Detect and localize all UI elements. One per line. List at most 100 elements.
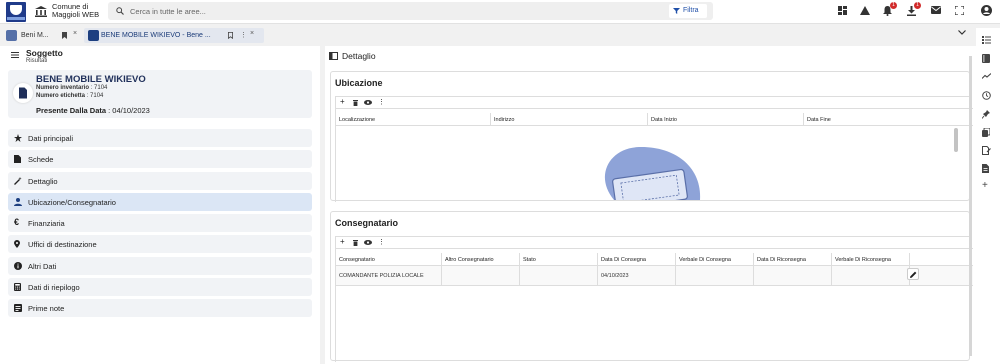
nav-altri-dati[interactable]: Altri Dati (8, 256, 312, 275)
col-data-consegna[interactable]: Data Di Consegna (598, 253, 676, 266)
copy-icon[interactable] (982, 128, 990, 137)
nav-dati-riepilogo[interactable]: Dati di riepilogo (8, 278, 312, 297)
label-number-value: : 7104 (86, 93, 104, 99)
document-icon (13, 83, 33, 103)
pin-icon[interactable] (982, 110, 990, 119)
nav-dati-principali[interactable]: Dati principali (8, 129, 312, 147)
section-nav: Dati principali Schede Dettaglio Ubicazi… (8, 129, 312, 321)
more-vert-icon[interactable]: ⋮ (240, 31, 247, 39)
chevron-down-icon[interactable] (958, 30, 966, 35)
asset-summary-card: BENE MOBILE WIKIEVO Numero inventario : … (8, 70, 312, 118)
close-icon[interactable]: × (73, 30, 77, 37)
ubicazione-toolbar: + ⋮ (336, 97, 973, 109)
detail-title: Dettaglio (342, 51, 376, 61)
account-icon[interactable] (981, 5, 992, 16)
tab-label: BENE MOBILE WIKIEVO - Bene ... (101, 32, 211, 39)
magic-wand-icon (14, 176, 22, 185)
book-icon[interactable] (982, 54, 990, 63)
bank-icon[interactable] (35, 6, 47, 17)
person-icon (14, 197, 22, 206)
panel-title: Soggetto (26, 48, 63, 58)
consegnatario-title: Consegnatario (335, 218, 399, 228)
nav-label: Dati principali (28, 134, 74, 143)
col-consegnatario[interactable]: Consegnatario (336, 253, 442, 266)
nav-label: Finanziaria (28, 219, 65, 229)
inventory-number: Numero inventario : 7104 (36, 85, 107, 91)
more-vert-icon[interactable]: ⋮ (378, 238, 385, 246)
label-number: Numero etichetta : 7104 (36, 93, 103, 99)
eye-icon[interactable] (364, 240, 372, 245)
top-bar: Comune di Maggioli WEB Cerca in tutte le… (0, 0, 1000, 24)
search-placeholder[interactable]: Cerca in tutte le aree... (130, 7, 206, 16)
add-icon[interactable]: + (340, 237, 345, 246)
col-verbale-riconsegna[interactable]: Verbale Di Riconsegna (832, 253, 910, 266)
checklist-icon[interactable] (982, 36, 991, 44)
more-vert-icon[interactable]: ⋮ (378, 98, 385, 106)
delete-icon[interactable] (353, 240, 358, 246)
table-cell[interactable] (832, 266, 910, 286)
history-icon[interactable] (982, 91, 991, 100)
col-verbale-consegna[interactable]: Verbale Di Consegna (676, 253, 754, 266)
eye-icon[interactable] (364, 100, 372, 105)
comune-logo[interactable] (6, 2, 26, 22)
nav-prime-note[interactable]: Prime note (8, 299, 312, 318)
nav-dettaglio[interactable]: Dettaglio (8, 171, 312, 190)
delete-icon[interactable] (353, 100, 358, 106)
list-icon[interactable] (11, 52, 19, 58)
present-since-label: Presente Dalla Data (36, 106, 107, 115)
tab-app-icon (88, 30, 99, 41)
table-cell[interactable] (754, 266, 832, 286)
right-rail: + (976, 28, 1000, 364)
col-data-riconsegna[interactable]: Data Di Riconsegna (754, 253, 832, 266)
nav-label: Uffici di destinazione (28, 240, 97, 250)
col-altro-consegnatario[interactable]: Altro Consegnatario (442, 253, 520, 266)
tab-bene-mobile-wikievo[interactable]: BENE MOBILE WIKIEVO - Bene ... ⋮ × (84, 28, 264, 43)
star-icon (14, 134, 22, 142)
pencil-icon (908, 271, 918, 278)
nav-finanziaria[interactable]: € Finanziaria (8, 214, 312, 233)
calculator-icon (14, 283, 21, 292)
edit-row-button[interactable] (907, 268, 919, 280)
warning-icon[interactable] (860, 6, 870, 15)
mail-icon[interactable] (931, 6, 941, 14)
table-cell[interactable] (520, 266, 598, 286)
ubicazione-scrollbar[interactable] (954, 128, 958, 152)
bookmark-icon[interactable] (62, 32, 67, 39)
tab-beni-mobili[interactable]: Beni M... × (4, 29, 80, 42)
col-localizzazione[interactable]: Localizzazione (336, 113, 491, 126)
consegnatario-section: Consegnatario + ⋮ Consegnatario Altro Co… (330, 211, 973, 362)
global-search[interactable]: Cerca in tutte le aree... Filtra (108, 2, 713, 20)
sidebar-toggle-icon[interactable] (329, 52, 338, 60)
bookmark-outline-icon[interactable] (228, 32, 233, 39)
file-icon[interactable] (982, 164, 989, 173)
nav-ubicazione-consegnatario[interactable]: Ubicazione/Consegnatario (8, 192, 312, 211)
fullscreen-icon[interactable] (955, 6, 964, 15)
table-cell[interactable]: 04/10/2023 (598, 266, 676, 286)
col-data-inizio[interactable]: Data Inizio (648, 113, 804, 126)
trend-icon[interactable] (982, 73, 991, 79)
nav-label: Schede (28, 155, 54, 165)
content-scrollbar[interactable] (969, 56, 972, 356)
nav-label: Dati di riepilogo (28, 283, 80, 293)
table-cell[interactable]: COMANDANTE POLIZIA LOCALE (336, 266, 442, 286)
dashboard-icon[interactable] (838, 6, 847, 15)
note-icon (14, 304, 22, 313)
filter-button[interactable]: Filtra (669, 4, 707, 18)
col-data-fine[interactable]: Data Fine (804, 113, 973, 126)
add-icon[interactable]: + (982, 180, 988, 191)
nav-label: Ubicazione/Consegnatario (28, 197, 116, 207)
col-stato[interactable]: Stato (520, 253, 598, 266)
label-number-label: Numero etichetta (36, 93, 86, 99)
euro-icon: € (14, 217, 20, 228)
add-icon[interactable]: + (340, 97, 345, 106)
col-indirizzo[interactable]: Indirizzo (491, 113, 648, 126)
close-icon[interactable]: × (250, 30, 254, 37)
app-title: Comune di Maggioli WEB (52, 3, 112, 19)
nav-uffici-destinazione[interactable]: Uffici di destinazione (8, 235, 312, 254)
nav-schede[interactable]: Schede (8, 150, 312, 169)
edit-document-icon[interactable] (982, 146, 991, 155)
nav-label: Altri Dati (28, 261, 57, 271)
bell-badge: 1 (890, 2, 897, 9)
table-cell[interactable] (676, 266, 754, 286)
table-cell[interactable] (442, 266, 520, 286)
